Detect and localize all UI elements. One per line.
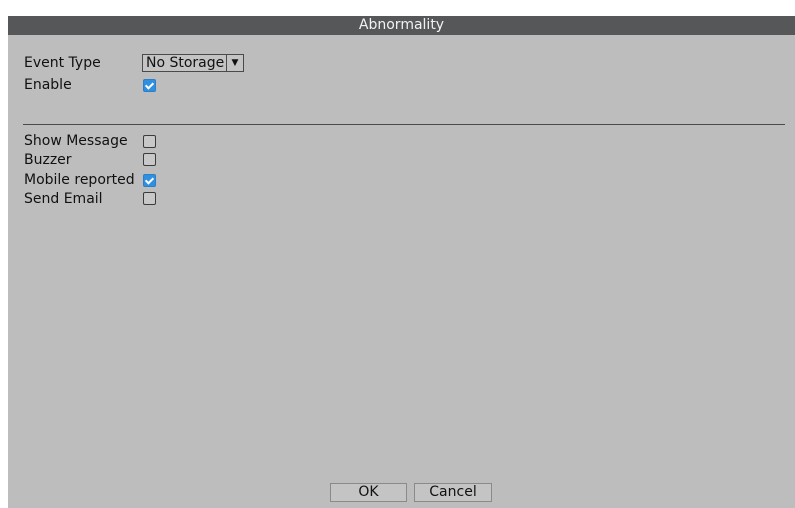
- send-email-checkbox[interactable]: [143, 192, 156, 205]
- buzzer-checkbox[interactable]: [143, 153, 156, 166]
- event-type-label: Event Type: [24, 55, 101, 71]
- send-email-label: Send Email: [24, 191, 103, 207]
- enable-checkbox[interactable]: [143, 79, 156, 92]
- chevron-down-icon[interactable]: ▼: [226, 55, 243, 71]
- show-message-checkbox[interactable]: [143, 135, 156, 148]
- mobile-reported-checkbox[interactable]: [143, 174, 156, 187]
- section-divider: [23, 124, 785, 125]
- event-type-select[interactable]: No Storage ▼: [142, 54, 244, 72]
- ok-button[interactable]: OK: [330, 483, 407, 502]
- abnormality-dialog: Abnormality Event Type No Storage ▼ Enab…: [8, 16, 795, 508]
- show-message-label: Show Message: [24, 133, 128, 149]
- mobile-reported-label: Mobile reported: [24, 172, 135, 188]
- buzzer-label: Buzzer: [24, 152, 72, 168]
- cancel-button[interactable]: Cancel: [414, 483, 492, 502]
- enable-label: Enable: [24, 77, 72, 93]
- event-type-value: No Storage: [146, 55, 225, 71]
- dialog-title: Abnormality: [8, 16, 795, 35]
